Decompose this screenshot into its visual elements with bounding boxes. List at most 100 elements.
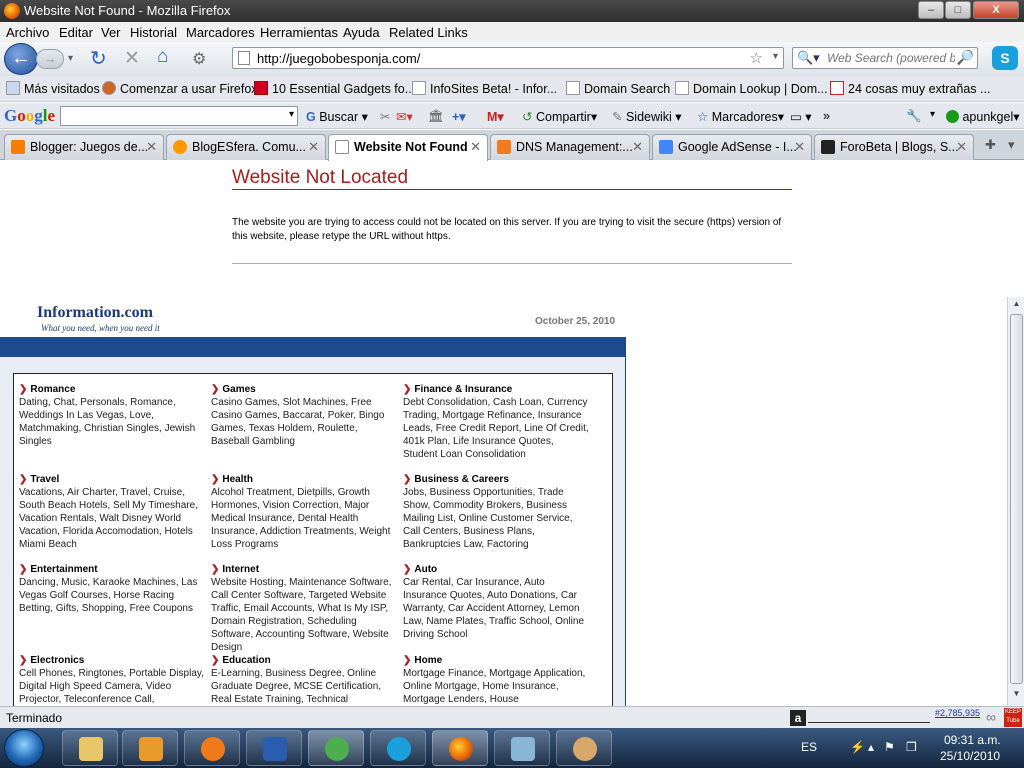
tab-blogger[interactable]: Blogger: Juegos de... ✕ [4, 134, 164, 160]
skype-icon[interactable]: S [992, 46, 1018, 70]
menu-archivo[interactable]: Archivo [6, 25, 49, 40]
back-icon[interactable]: ← [4, 43, 38, 75]
category-title[interactable]: Finance & Insurance [403, 383, 589, 396]
taskbar-firefox[interactable] [432, 730, 488, 766]
search-input[interactable] [827, 50, 955, 66]
information-logo[interactable]: Information.com [37, 304, 153, 322]
bookmark-infosites[interactable]: InfoSites Beta! - Infor... [412, 81, 557, 96]
bookmark-24-cosas[interactable]: 24 cosas muy extrañas ... [830, 81, 990, 96]
scroll-down-icon[interactable]: ▼ [1010, 689, 1023, 703]
category-links[interactable]: Website Hosting, Maintenance Software, C… [211, 576, 397, 654]
taskbar-skype[interactable] [370, 730, 426, 766]
url-dropdown-icon[interactable]: ▾ [773, 51, 778, 62]
category-title[interactable]: Internet [211, 563, 397, 576]
menu-ayuda[interactable]: Ayuda [343, 25, 380, 40]
taskbar-explorer[interactable] [62, 730, 118, 766]
google-dropdown-icon[interactable]: ▾ [289, 109, 294, 120]
scroll-up-icon[interactable]: ▲ [1010, 299, 1023, 313]
menu-herramientas[interactable]: Herramientas [260, 25, 338, 40]
tab-list-icon[interactable]: ✚ [985, 137, 996, 153]
user-account-button[interactable]: apunkgel▾ [946, 109, 1020, 124]
tab-blogesfera[interactable]: BlogESfera. Comu... ✕ [166, 134, 326, 160]
category-title[interactable]: Travel [19, 473, 205, 486]
close-tab-icon[interactable]: ✕ [470, 139, 481, 155]
google-search-input[interactable]: ▾ [60, 106, 298, 126]
category-links[interactable]: Jobs, Business Opportunities, Trade Show… [403, 486, 589, 551]
more-chevron-icon[interactable]: » [823, 109, 830, 123]
menu-marcadores[interactable]: Marcadores [186, 25, 255, 40]
tab-website-not-found[interactable]: Website Not Found ✕ [328, 134, 488, 161]
clock-date[interactable]: 25/10/2010 [940, 749, 1000, 763]
search-bar[interactable]: 🔍▾ 🔎 [792, 47, 978, 69]
category-links[interactable]: Dancing, Music, Karaoke Machines, Las Ve… [19, 576, 205, 615]
category-title[interactable]: Entertainment [19, 563, 205, 576]
translate-icon[interactable]: ✉▾ [396, 109, 413, 124]
category-title[interactable]: Romance [19, 383, 205, 396]
taskbar-media-player[interactable] [122, 730, 178, 766]
search-engine-icon[interactable]: 🔍▾ [797, 50, 820, 66]
keeptube-icon[interactable]: KEEP Tube [1004, 708, 1022, 727]
close-button[interactable]: X [973, 1, 1019, 19]
category-links[interactable]: Vacations, Air Charter, Travel, Cruise, … [19, 486, 205, 551]
category-links[interactable]: Cell Phones, Ringtones, Portable Display… [19, 667, 205, 706]
page-scrollbar[interactable]: ▲ ▼ [1007, 297, 1024, 705]
category-links[interactable]: Car Rental, Car Insurance, Auto Insuranc… [403, 576, 589, 641]
url-input[interactable] [257, 50, 757, 66]
category-title[interactable]: Auto [403, 563, 589, 576]
category-links[interactable]: Mortgage Finance, Mortgage Application, … [403, 667, 589, 706]
close-tab-icon[interactable]: ✕ [632, 139, 643, 155]
taskbar-editor[interactable] [494, 730, 550, 766]
bookmark-essential-gadgets[interactable]: 10 Essential Gadgets fo... [254, 81, 415, 96]
category-links[interactable]: Casino Games, Slot Machines, Free Casino… [211, 396, 397, 448]
action-center-flag-icon[interactable]: ⚑ [884, 740, 895, 754]
bookmark-star-icon[interactable]: ☆ [750, 49, 763, 67]
taskbar-word[interactable] [246, 730, 302, 766]
close-tab-icon[interactable]: ✕ [956, 139, 967, 155]
forward-icon[interactable]: → [36, 49, 64, 69]
category-title[interactable]: Business & Careers [403, 473, 589, 486]
wrench-dropdown-icon[interactable]: ▾ [930, 109, 935, 120]
addons-icon[interactable]: ⚙ [192, 49, 206, 69]
category-title[interactable]: Games [211, 383, 397, 396]
category-title[interactable]: Education [211, 654, 397, 667]
category-links[interactable]: E-Learning, Business Degree, Online Grad… [211, 667, 397, 706]
buscar-button[interactable]: G Buscar ▾ [306, 109, 368, 124]
reload-icon[interactable]: ↻ [90, 46, 107, 71]
category-links[interactable]: Alcohol Treatment, Dietpills, Growth Hor… [211, 486, 397, 551]
bookmark-mas-visitados[interactable]: Más visitados [6, 81, 100, 96]
bookmark-domain-search[interactable]: Domain Search [566, 81, 670, 96]
taskbar-messenger[interactable] [308, 730, 364, 766]
search-icon[interactable]: 🔎 [957, 49, 974, 66]
home-icon[interactable]: ⌂ [157, 46, 168, 68]
menu-ver[interactable]: Ver [101, 25, 121, 40]
bank-icon[interactable]: 🏛 [428, 109, 444, 124]
bookmark-comenzar[interactable]: Comenzar a usar Firefox [102, 81, 258, 96]
url-bar[interactable]: ☆ ▾ [232, 47, 784, 69]
bookmark-domain-lookup[interactable]: Domain Lookup | Dom... [675, 81, 828, 96]
tab-dns-management[interactable]: DNS Management:... ✕ [490, 134, 650, 160]
plus-icon[interactable]: +▾ [452, 109, 466, 124]
network-icon[interactable]: ❐ [906, 740, 917, 754]
taskbar-paint[interactable] [556, 730, 612, 766]
scroll-thumb[interactable] [1010, 314, 1023, 684]
alexa-rank[interactable]: #2,785,935 [935, 708, 980, 718]
taskbar-avast[interactable] [184, 730, 240, 766]
close-tab-icon[interactable]: ✕ [146, 139, 157, 155]
maximize-button[interactable]: □ [945, 1, 971, 19]
menu-related-links[interactable]: Related Links [389, 25, 468, 40]
category-links[interactable]: Dating, Chat, Personals, Romance, Weddin… [19, 396, 205, 448]
history-dropdown-icon[interactable]: ▾ [68, 53, 73, 64]
tab-google-adsense[interactable]: Google AdSense - I... ✕ [652, 134, 812, 160]
marcadores-button[interactable]: ☆ Marcadores▾ [697, 109, 784, 124]
compartir-button[interactable]: ↺ Compartir▾ [522, 109, 597, 124]
language-indicator[interactable]: ES [801, 740, 817, 754]
wrench-icon[interactable]: 🔧 [906, 109, 922, 124]
stop-icon[interactable]: ✕ [124, 47, 140, 70]
options-dropdown-icon[interactable]: ▭ ▾ [790, 109, 812, 124]
minimize-button[interactable]: – [918, 1, 944, 19]
tab-forobeta[interactable]: ForoBeta | Blogs, S... ✕ [814, 134, 974, 160]
close-tab-icon[interactable]: ✕ [794, 139, 805, 155]
start-button[interactable] [4, 729, 44, 767]
infinity-icon[interactable]: ∞ [986, 709, 996, 725]
clock-time[interactable]: 09:31 a.m. [944, 733, 1001, 747]
